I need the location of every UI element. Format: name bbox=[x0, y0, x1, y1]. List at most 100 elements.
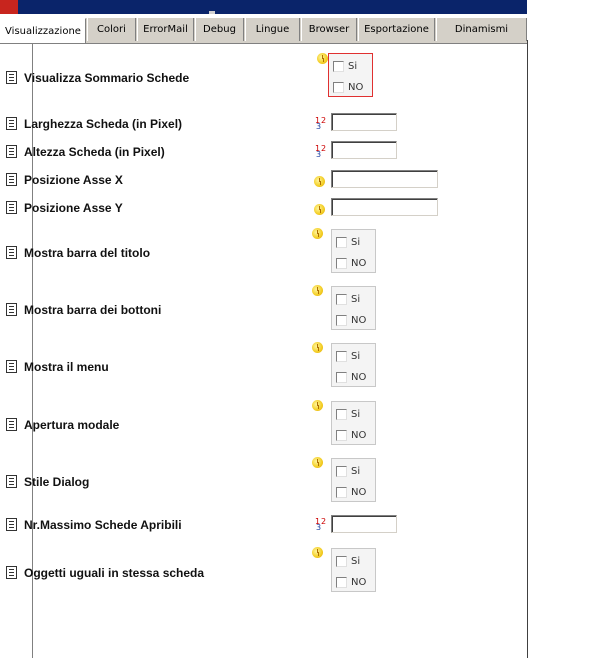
clock-icon bbox=[312, 400, 323, 411]
setting-label: Nr.Massimo Schede Apribili bbox=[24, 518, 182, 532]
option-label: NO bbox=[351, 429, 367, 441]
tab-debug[interactable]: Debug bbox=[195, 18, 244, 41]
clock-icon bbox=[312, 228, 323, 239]
option-no[interactable]: NO bbox=[336, 370, 366, 384]
option-si[interactable]: Si bbox=[336, 349, 360, 363]
option-label: Si bbox=[351, 555, 361, 567]
document-icon bbox=[6, 246, 17, 259]
document-icon bbox=[6, 117, 17, 130]
option-label: NO bbox=[351, 257, 367, 269]
setting-label: Oggetti uguali in stessa scheda bbox=[24, 566, 205, 580]
document-icon bbox=[6, 360, 17, 373]
numeric-icon: 123 bbox=[315, 517, 327, 532]
document-icon bbox=[6, 566, 17, 579]
choice-group: Si NO bbox=[328, 53, 373, 97]
option-no[interactable]: NO bbox=[336, 256, 366, 270]
option-label: NO bbox=[348, 81, 364, 93]
clock-icon bbox=[317, 53, 328, 64]
document-icon bbox=[6, 71, 17, 84]
option-no[interactable]: NO bbox=[336, 575, 366, 589]
option-si[interactable]: Si bbox=[336, 554, 360, 568]
checkbox[interactable] bbox=[336, 257, 347, 269]
option-no[interactable]: NO bbox=[336, 313, 366, 327]
checkbox[interactable] bbox=[333, 60, 344, 72]
option-label: Si bbox=[348, 60, 358, 72]
document-icon bbox=[6, 303, 17, 316]
tab-bar: Visualizzazione Colori ErrorMail Debug L… bbox=[0, 18, 527, 44]
choice-group: Si NO bbox=[331, 458, 376, 502]
setting-label: Posizione Asse X bbox=[24, 173, 123, 187]
checkbox[interactable] bbox=[333, 81, 344, 93]
document-icon bbox=[6, 518, 17, 531]
document-icon bbox=[6, 201, 17, 214]
setting-label: Visualizza Sommario Schede bbox=[24, 71, 190, 85]
option-label: Si bbox=[351, 408, 361, 420]
option-si[interactable]: Si bbox=[336, 464, 360, 478]
tab-esportazione[interactable]: Esportazione bbox=[358, 18, 435, 41]
clock-icon bbox=[312, 547, 323, 558]
width-input[interactable] bbox=[331, 113, 397, 131]
numeric-icon: 123 bbox=[315, 144, 327, 159]
tab-colori[interactable]: Colori bbox=[87, 18, 136, 41]
checkbox[interactable] bbox=[336, 371, 347, 383]
setting-label: Mostra barra del titolo bbox=[24, 246, 151, 260]
setting-label: Mostra il menu bbox=[24, 360, 109, 374]
option-si[interactable]: Si bbox=[336, 235, 360, 249]
document-icon bbox=[6, 145, 17, 158]
checkbox[interactable] bbox=[336, 314, 347, 326]
setting-label: Larghezza Scheda (in Pixel) bbox=[24, 117, 183, 131]
checkbox[interactable] bbox=[336, 486, 347, 498]
tab-lingue[interactable]: Lingue bbox=[245, 18, 300, 41]
option-label: NO bbox=[351, 314, 367, 326]
option-no[interactable]: NO bbox=[336, 485, 366, 499]
option-label: NO bbox=[351, 371, 367, 383]
tab-browser[interactable]: Browser bbox=[301, 18, 357, 41]
clock-icon bbox=[312, 457, 323, 468]
option-no[interactable]: NO bbox=[336, 428, 366, 442]
option-label: Si bbox=[351, 350, 361, 362]
option-si[interactable]: Si bbox=[333, 59, 357, 73]
position-x-input[interactable] bbox=[331, 170, 438, 188]
choice-group: Si NO bbox=[331, 343, 376, 387]
setting-label: Stile Dialog bbox=[24, 475, 90, 489]
choice-group: Si NO bbox=[331, 229, 376, 273]
option-label: NO bbox=[351, 576, 367, 588]
checkbox[interactable] bbox=[336, 576, 347, 588]
titlebar-mark bbox=[209, 11, 215, 14]
setting-label: Mostra barra dei bottoni bbox=[24, 303, 162, 317]
choice-group: Si NO bbox=[331, 401, 376, 445]
option-no[interactable]: NO bbox=[333, 80, 363, 94]
setting-label: Altezza Scheda (in Pixel) bbox=[24, 145, 165, 159]
choice-group: Si NO bbox=[331, 548, 376, 592]
checkbox[interactable] bbox=[336, 350, 347, 362]
position-y-input[interactable] bbox=[331, 198, 438, 216]
checkbox[interactable] bbox=[336, 236, 347, 248]
choice-group: Si NO bbox=[331, 286, 376, 330]
checkbox[interactable] bbox=[336, 465, 347, 477]
titlebar-accent bbox=[0, 0, 18, 14]
numeric-icon: 123 bbox=[315, 116, 327, 131]
option-label: Si bbox=[351, 236, 361, 248]
option-label: NO bbox=[351, 486, 367, 498]
clock-icon bbox=[314, 204, 325, 215]
checkbox[interactable] bbox=[336, 429, 347, 441]
option-label: Si bbox=[351, 465, 361, 477]
checkbox[interactable] bbox=[336, 555, 347, 567]
option-si[interactable]: Si bbox=[336, 407, 360, 421]
max-tabs-input[interactable] bbox=[331, 515, 397, 533]
option-label: Si bbox=[351, 293, 361, 305]
clock-icon bbox=[314, 176, 325, 187]
clock-icon bbox=[312, 342, 323, 353]
tab-errormail[interactable]: ErrorMail bbox=[137, 18, 194, 41]
tab-visualizzazione[interactable]: Visualizzazione bbox=[0, 18, 86, 43]
checkbox[interactable] bbox=[336, 408, 347, 420]
clock-icon bbox=[312, 285, 323, 296]
tab-dinamismi[interactable]: Dinamismi bbox=[436, 18, 527, 41]
option-si[interactable]: Si bbox=[336, 292, 360, 306]
checkbox[interactable] bbox=[336, 293, 347, 305]
document-icon bbox=[6, 418, 17, 431]
setting-label: Apertura modale bbox=[24, 418, 120, 432]
height-input[interactable] bbox=[331, 141, 397, 159]
document-icon bbox=[6, 475, 17, 488]
document-icon bbox=[6, 173, 17, 186]
